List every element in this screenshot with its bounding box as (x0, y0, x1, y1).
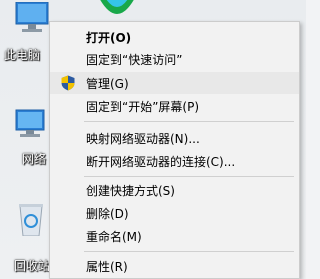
this-pc-desktop-icon[interactable] (10, 1, 52, 40)
menu-item-open-label: 打开(O) (86, 31, 132, 45)
uac-shield-icon (61, 75, 75, 91)
menu-item-map-drive-label: 映射网络驱动器(N)... (86, 132, 200, 146)
menu-item-manage-label: 管理(G) (86, 77, 129, 91)
menu-item-create-shortcut[interactable]: 创建快捷方式(S) (50, 179, 299, 201)
menu-item-pin-start[interactable]: 固定到“开始”屏幕(P) (50, 95, 299, 117)
menu-item-rename-label: 重命名(M) (86, 230, 142, 244)
computer-icon (15, 1, 49, 32)
menu-item-manage[interactable]: 管理(G) (50, 72, 299, 94)
menu-item-pin-start-label: 固定到“开始”屏幕(P) (86, 100, 200, 114)
menu-item-create-shortcut-label: 创建快捷方式(S) (86, 184, 175, 198)
menu-item-delete[interactable]: 删除(D) (50, 202, 299, 224)
network-icon (15, 109, 45, 137)
menu-item-disconnect-drive[interactable]: 断开网络驱动器的连接(C)... (50, 150, 299, 172)
menu-item-delete-label: 删除(D) (86, 207, 129, 221)
menu-item-open[interactable]: 打开(O) (50, 26, 299, 48)
menu-item-pin-quick-access-label: 固定到“快速访问” (86, 53, 183, 67)
menu-item-map-drive[interactable]: 映射网络驱动器(N)... (50, 127, 299, 149)
app-shortcut-icon[interactable] (95, 0, 139, 22)
menu-item-disconnect-drive-label: 断开网络驱动器的连接(C)... (86, 155, 236, 169)
recycle-bin-icon (19, 204, 43, 237)
menu-item-properties-label: 属性(R) (86, 260, 128, 274)
menu-item-rename[interactable]: 重命名(M) (50, 225, 299, 247)
menu-separator (84, 251, 294, 252)
menu-item-properties[interactable]: 属性(R) (50, 255, 299, 277)
menu-separator (84, 176, 294, 177)
network-desktop-icon[interactable] (10, 108, 52, 146)
recycle-bin-desktop-icon[interactable] (10, 202, 52, 240)
menu-separator (84, 121, 294, 122)
menu-item-pin-quick-access[interactable]: 固定到“快速访问” (50, 48, 299, 70)
context-menu: 打开(O) 固定到“快速访问” 管理(G) 固定到“开始”屏幕(P) 映射网络驱… (49, 21, 300, 279)
